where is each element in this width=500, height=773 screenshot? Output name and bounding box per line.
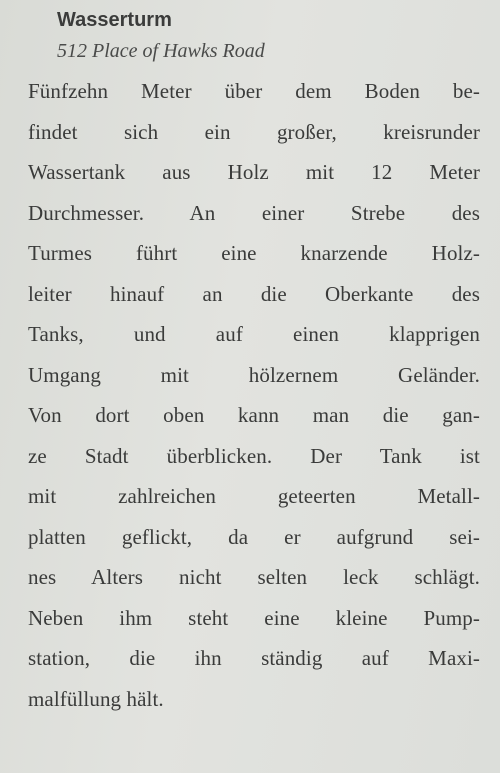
body-line: station, die ihn ständig auf Maxi- (28, 646, 480, 670)
body-line: Tanks, und auf einen klapprigen (28, 322, 480, 346)
entry-body: Fünfzehn Meter über dem Boden be- findet… (28, 71, 480, 719)
entry-address: 512 Place of Hawks Road (57, 40, 265, 62)
body-line: findet sich ein großer, kreisrunder (28, 119, 480, 144)
body-line: ze Stadt überblicken. Der Tank ist (28, 443, 480, 468)
body-line: leiter hinauf an die Oberkante des (28, 281, 480, 306)
body-line: Turmes führt eine knarzende Holz- (28, 241, 480, 265)
body-line: nes Alters nicht selten leck schlägt. (28, 565, 480, 589)
body-line: malfüllung hält. (28, 686, 164, 711)
body-line: mit zahlreichen geteerten Metall- (28, 484, 480, 508)
body-line: platten geflickt, da er aufgrund sei- (28, 524, 480, 549)
body-line: Fünfzehn Meter über dem Boden be- (28, 79, 480, 103)
entry-title: Wasserturm (57, 9, 172, 31)
body-line: Neben ihm steht eine kleine Pump- (28, 605, 480, 630)
document-page: Wasserturm 512 Place of Hawks Road Fünfz… (28, 6, 480, 719)
body-line: Durchmesser. An einer Strebe des (28, 200, 480, 225)
body-line: Wassertank aus Holz mit 12 Meter (28, 160, 480, 184)
body-line: Von dort oben kann man die gan- (28, 403, 480, 427)
body-line: Umgang mit hölzernem Geländer. (28, 362, 480, 387)
